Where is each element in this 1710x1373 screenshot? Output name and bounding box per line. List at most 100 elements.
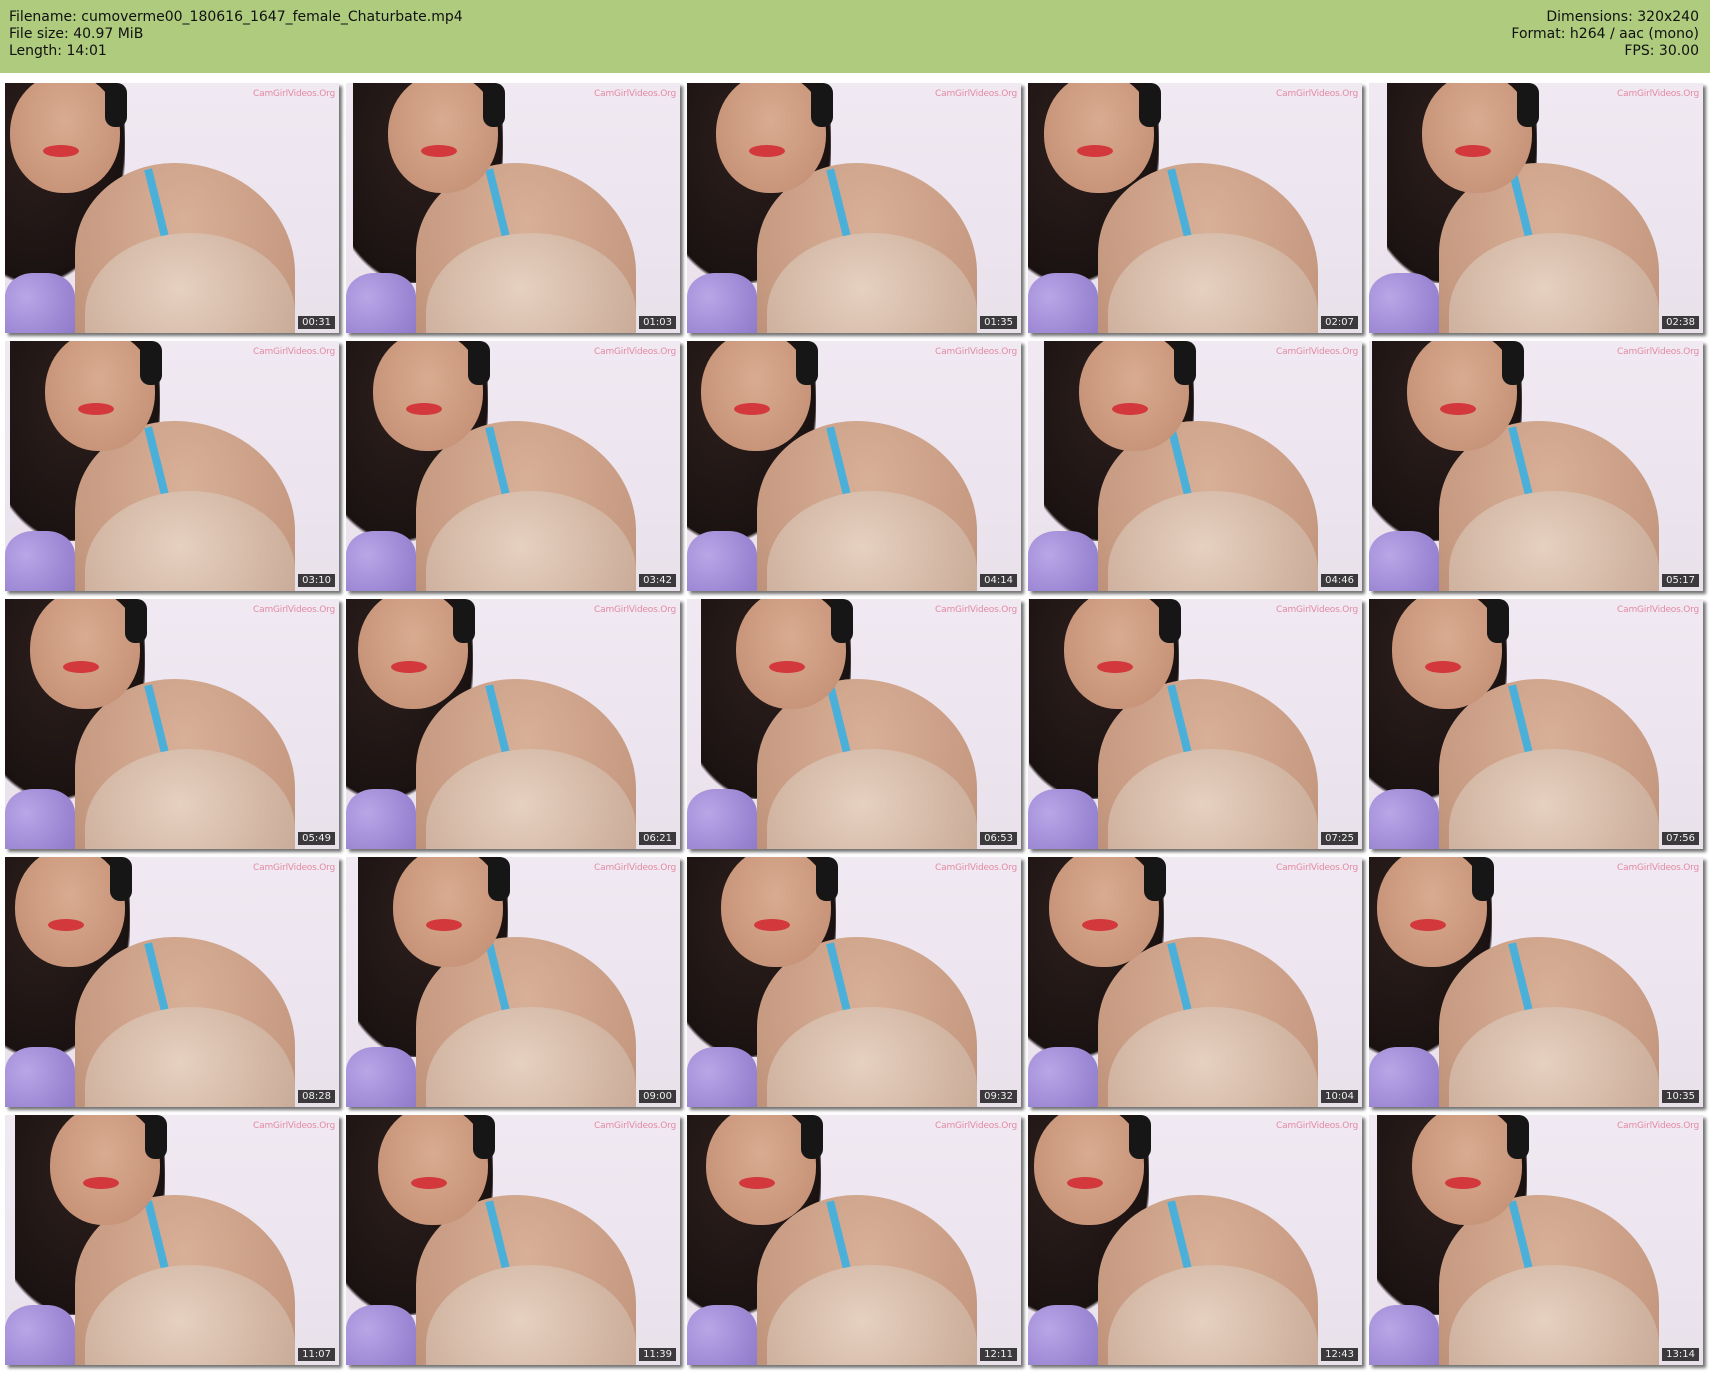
frame-face-shape [388,83,498,193]
frame-lips-shape [1455,145,1491,157]
timestamp-badge: 01:03 [639,316,676,329]
video-frame-thumbnail[interactable]: CamGirlVideos.Org 04:46 [1028,341,1362,591]
watermark-text: CamGirlVideos.Org [1276,605,1358,615]
frame-bikini-shape [1028,789,1098,849]
watermark-text: CamGirlVideos.Org [253,89,335,99]
watermark-text: CamGirlVideos.Org [1276,347,1358,357]
frame-bikini-shape [1028,1047,1098,1107]
frame-headset-shape [473,1115,495,1159]
timestamp-badge: 10:35 [1662,1090,1699,1103]
frame-face-shape [1049,857,1159,967]
timestamp-badge: 02:07 [1321,316,1358,329]
frame-face-shape [10,83,120,193]
watermark-text: CamGirlVideos.Org [1617,347,1699,357]
frame-headset-shape [145,1115,167,1159]
frame-headset-shape [1502,341,1524,385]
watermark-text: CamGirlVideos.Org [1617,863,1699,873]
frame-lips-shape [426,919,462,931]
video-frame-thumbnail[interactable]: CamGirlVideos.Org 03:10 [5,341,339,591]
frame-bikini-shape [1369,273,1439,333]
frame-headset-shape [831,599,853,643]
frame-face-shape [50,1115,160,1225]
frame-bikini-shape [687,789,757,849]
frame-face-shape [1034,1115,1144,1225]
timestamp-badge: 03:42 [639,574,676,587]
video-frame-thumbnail[interactable]: CamGirlVideos.Org 00:31 [5,83,339,333]
timestamp-badge: 12:11 [980,1348,1017,1361]
video-frame-thumbnail[interactable]: CamGirlVideos.Org 11:07 [5,1115,339,1365]
watermark-text: CamGirlVideos.Org [935,1121,1017,1131]
watermark-text: CamGirlVideos.Org [1276,863,1358,873]
frame-lips-shape [769,661,805,673]
timestamp-badge: 01:35 [980,316,1017,329]
watermark-text: CamGirlVideos.Org [1617,605,1699,615]
frame-face-shape [15,857,125,967]
frame-headset-shape [811,83,833,127]
video-frame-thumbnail[interactable]: CamGirlVideos.Org 11:39 [346,1115,680,1365]
frame-face-shape [1377,857,1487,967]
frame-headset-shape [1159,599,1181,643]
video-frame-thumbnail[interactable]: CamGirlVideos.Org 12:11 [687,1115,1021,1365]
frame-headset-shape [1487,599,1509,643]
timestamp-badge: 09:00 [639,1090,676,1103]
frame-lips-shape [411,1177,447,1189]
frame-face-shape [373,341,483,451]
video-frame-thumbnail[interactable]: CamGirlVideos.Org 01:35 [687,83,1021,333]
frame-bikini-shape [1028,273,1098,333]
frame-lips-shape [1112,403,1148,415]
frame-headset-shape [468,341,490,385]
frame-lips-shape [78,403,114,415]
video-frame-thumbnail[interactable]: CamGirlVideos.Org 10:04 [1028,857,1362,1107]
video-frame-thumbnail[interactable]: CamGirlVideos.Org 10:35 [1369,857,1703,1107]
frame-face-shape [736,599,846,709]
video-frame-thumbnail[interactable]: CamGirlVideos.Org 04:14 [687,341,1021,591]
watermark-text: CamGirlVideos.Org [253,863,335,873]
frame-bikini-shape [687,1305,757,1365]
frame-bikini-shape [346,531,416,591]
frame-headset-shape [1517,83,1539,127]
frame-bikini-shape [687,531,757,591]
video-frame-thumbnail[interactable]: CamGirlVideos.Org 09:00 [346,857,680,1107]
frame-bikini-shape [1028,531,1098,591]
watermark-text: CamGirlVideos.Org [935,863,1017,873]
video-frame-thumbnail[interactable]: CamGirlVideos.Org 05:17 [1369,341,1703,591]
video-frame-thumbnail[interactable]: CamGirlVideos.Org 02:07 [1028,83,1362,333]
video-frame-thumbnail[interactable]: CamGirlVideos.Org 13:14 [1369,1115,1703,1365]
frame-face-shape [1412,1115,1522,1225]
frame-headset-shape [1129,1115,1151,1159]
video-frame-thumbnail[interactable]: CamGirlVideos.Org 03:42 [346,341,680,591]
watermark-text: CamGirlVideos.Org [594,605,676,615]
frame-face-shape [1422,83,1532,193]
timestamp-badge: 06:53 [980,832,1017,845]
watermark-text: CamGirlVideos.Org [935,347,1017,357]
video-frame-thumbnail[interactable]: CamGirlVideos.Org 06:21 [346,599,680,849]
video-frame-thumbnail[interactable]: CamGirlVideos.Org 02:38 [1369,83,1703,333]
video-frame-thumbnail[interactable]: CamGirlVideos.Org 08:28 [5,857,339,1107]
timestamp-badge: 02:38 [1662,316,1699,329]
video-frame-thumbnail[interactable]: CamGirlVideos.Org 07:25 [1028,599,1362,849]
timestamp-badge: 05:49 [298,832,335,845]
frame-bikini-shape [346,1047,416,1107]
video-frame-thumbnail[interactable]: CamGirlVideos.Org 05:49 [5,599,339,849]
frame-bikini-shape [5,273,75,333]
frame-headset-shape [1174,341,1196,385]
frame-headset-shape [453,599,475,643]
timestamp-badge: 06:21 [639,832,676,845]
frame-face-shape [1064,599,1174,709]
frame-bikini-shape [1369,531,1439,591]
frame-bikini-shape [5,789,75,849]
timestamp-badge: 04:46 [1321,574,1358,587]
frame-face-shape [716,83,826,193]
frame-lips-shape [48,919,84,931]
frame-face-shape [393,857,503,967]
video-frame-thumbnail[interactable]: CamGirlVideos.Org 09:32 [687,857,1021,1107]
frame-lips-shape [1445,1177,1481,1189]
frame-bikini-shape [1028,1305,1098,1365]
video-frame-thumbnail[interactable]: CamGirlVideos.Org 06:53 [687,599,1021,849]
video-frame-thumbnail[interactable]: CamGirlVideos.Org 12:43 [1028,1115,1362,1365]
video-frame-thumbnail[interactable]: CamGirlVideos.Org 01:03 [346,83,680,333]
video-frame-thumbnail[interactable]: CamGirlVideos.Org 07:56 [1369,599,1703,849]
frame-lips-shape [1077,145,1113,157]
watermark-text: CamGirlVideos.Org [594,1121,676,1131]
frame-bikini-shape [346,1305,416,1365]
